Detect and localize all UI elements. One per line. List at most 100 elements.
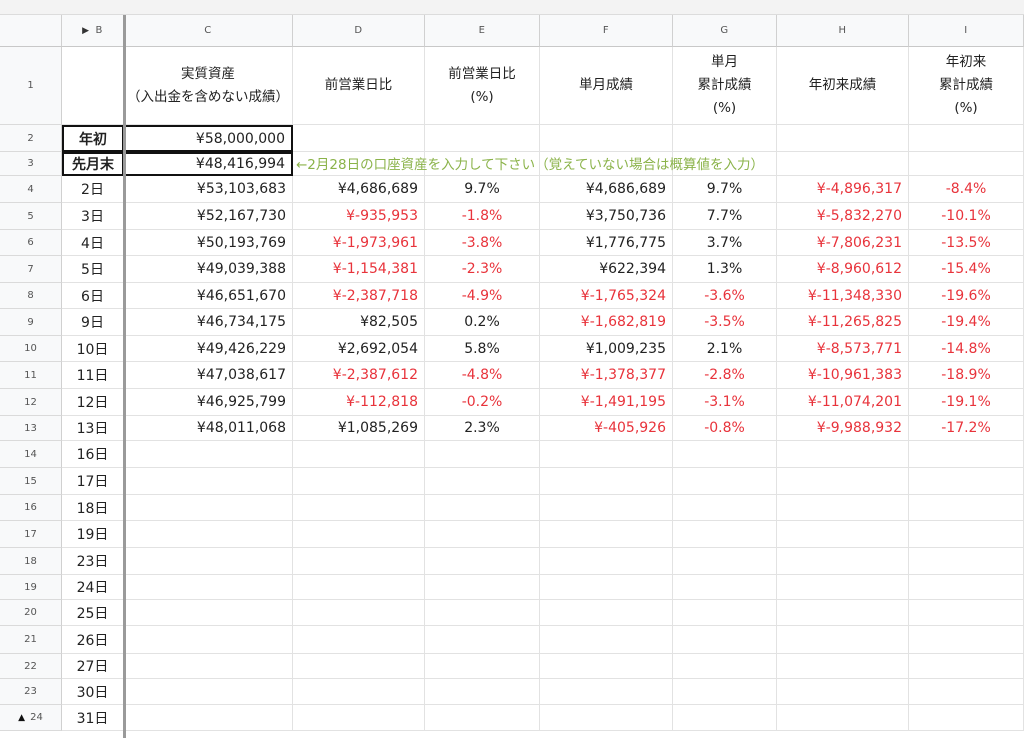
prev-day-diff-cell[interactable] [293,679,425,705]
asset-cell[interactable] [124,654,293,679]
asset-cell[interactable] [124,679,293,705]
monthly-result-cell[interactable]: ¥-1,682,819 [540,309,673,336]
asset-cell[interactable] [124,521,293,548]
frozen-column-divider[interactable] [123,15,126,738]
day-cell[interactable]: 30日 [62,679,124,705]
header-cell-ytd-result[interactable]: 年初来成績 [777,47,909,125]
empty-cell[interactable] [293,125,425,152]
column-header-f[interactable]: F [540,15,673,47]
ytd-pct-cell[interactable] [909,626,1024,654]
asset-cell[interactable] [124,705,293,731]
ytd-pct-cell[interactable] [909,441,1024,468]
asset-cell[interactable]: ¥49,426,229 [124,336,293,362]
monthly-pct-cell[interactable]: -0.8% [673,416,777,441]
asset-cell[interactable] [124,441,293,468]
monthly-pct-cell[interactable] [673,548,777,575]
day-cell[interactable]: 10日 [62,336,124,362]
prev-day-diff-pct-cell[interactable]: -3.8% [425,230,540,256]
ytd-pct-cell[interactable]: -19.6% [909,283,1024,309]
empty-cell[interactable] [540,125,673,152]
monthly-pct-cell[interactable] [673,600,777,626]
prev-day-diff-cell[interactable] [293,600,425,626]
ytd-pct-cell[interactable] [909,548,1024,575]
day-cell[interactable]: 31日 [62,705,124,731]
row-header[interactable]: 18 [0,548,62,575]
monthly-result-cell[interactable] [540,705,673,731]
monthly-result-cell[interactable] [540,468,673,495]
row-header[interactable]: 3 [0,152,62,176]
prev-day-diff-cell[interactable]: ¥4,686,689 [293,176,425,203]
ytd-pct-cell[interactable] [909,654,1024,679]
monthly-result-cell[interactable] [540,521,673,548]
day-cell[interactable]: 26日 [62,626,124,654]
anchor-asset-cell[interactable]: ¥58,000,000 [124,125,293,152]
ytd-pct-cell[interactable] [909,705,1024,731]
prev-day-diff-pct-cell[interactable] [425,679,540,705]
prev-day-diff-pct-cell[interactable]: -0.2% [425,389,540,416]
prev-day-diff-pct-cell[interactable]: 2.3% [425,416,540,441]
ytd-result-cell[interactable]: ¥-7,806,231 [777,230,909,256]
day-cell[interactable]: 4日 [62,230,124,256]
row-header[interactable]: 1 [0,47,62,125]
ytd-result-cell[interactable]: ¥-10,961,383 [777,362,909,389]
prev-day-diff-cell[interactable]: ¥-2,387,612 [293,362,425,389]
row-header[interactable]: 8 [0,283,62,309]
prev-day-diff-pct-cell[interactable] [425,521,540,548]
monthly-result-cell[interactable] [540,575,673,600]
prev-day-diff-cell[interactable] [293,575,425,600]
ytd-pct-cell[interactable]: -17.2% [909,416,1024,441]
ytd-result-cell[interactable]: ¥-4,896,317 [777,176,909,203]
monthly-pct-cell[interactable] [673,626,777,654]
anchor-asset-cell[interactable]: ¥48,416,994 [124,152,293,176]
ytd-pct-cell[interactable] [909,468,1024,495]
row-header[interactable]: 12 [0,389,62,416]
day-cell[interactable]: 2日 [62,176,124,203]
empty-cell[interactable] [777,152,909,176]
empty-cell[interactable] [673,125,777,152]
ytd-pct-cell[interactable]: -19.1% [909,389,1024,416]
row-header[interactable]: 20 [0,600,62,626]
ytd-result-cell[interactable]: ¥-11,074,201 [777,389,909,416]
ytd-result-cell[interactable] [777,705,909,731]
expand-columns-icon[interactable]: ▶ [82,26,89,36]
prev-day-diff-cell[interactable]: ¥-935,953 [293,203,425,230]
ytd-pct-cell[interactable] [909,521,1024,548]
day-cell[interactable]: 5日 [62,256,124,283]
day-cell[interactable]: 24日 [62,575,124,600]
prev-day-diff-pct-cell[interactable]: 5.8% [425,336,540,362]
prev-day-diff-cell[interactable]: ¥-1,154,381 [293,256,425,283]
ytd-result-cell[interactable] [777,654,909,679]
monthly-result-cell[interactable] [540,626,673,654]
ytd-result-cell[interactable]: ¥-8,573,771 [777,336,909,362]
day-cell[interactable]: 9日 [62,309,124,336]
monthly-result-cell[interactable] [540,495,673,521]
ytd-result-cell[interactable] [777,548,909,575]
column-header-g[interactable]: G [673,15,777,47]
monthly-result-cell[interactable]: ¥-405,926 [540,416,673,441]
day-cell[interactable]: 27日 [62,654,124,679]
header-cell-b[interactable] [62,47,124,125]
asset-cell[interactable] [124,468,293,495]
ytd-result-cell[interactable]: ¥-11,265,825 [777,309,909,336]
header-cell-monthly-result[interactable]: 単月成績 [540,47,673,125]
row-header[interactable]: 6 [0,230,62,256]
asset-cell[interactable]: ¥49,039,388 [124,256,293,283]
monthly-pct-cell[interactable]: -2.8% [673,362,777,389]
column-header-c[interactable]: C [124,15,293,47]
monthly-result-cell[interactable]: ¥622,394 [540,256,673,283]
day-cell[interactable]: 23日 [62,548,124,575]
monthly-pct-cell[interactable]: -3.6% [673,283,777,309]
empty-cell[interactable] [425,125,540,152]
day-cell[interactable]: 17日 [62,468,124,495]
row-header[interactable]: ▲ 24 [0,705,62,731]
monthly-result-cell[interactable]: ¥1,009,235 [540,336,673,362]
day-cell[interactable]: 3日 [62,203,124,230]
asset-cell[interactable] [124,548,293,575]
prev-day-diff-cell[interactable] [293,441,425,468]
row-header[interactable]: 15 [0,468,62,495]
row-header[interactable]: 16 [0,495,62,521]
asset-cell[interactable]: ¥47,038,617 [124,362,293,389]
expand-rows-icon[interactable]: ▲ [18,713,25,723]
ytd-pct-cell[interactable] [909,600,1024,626]
asset-cell[interactable]: ¥46,925,799 [124,389,293,416]
